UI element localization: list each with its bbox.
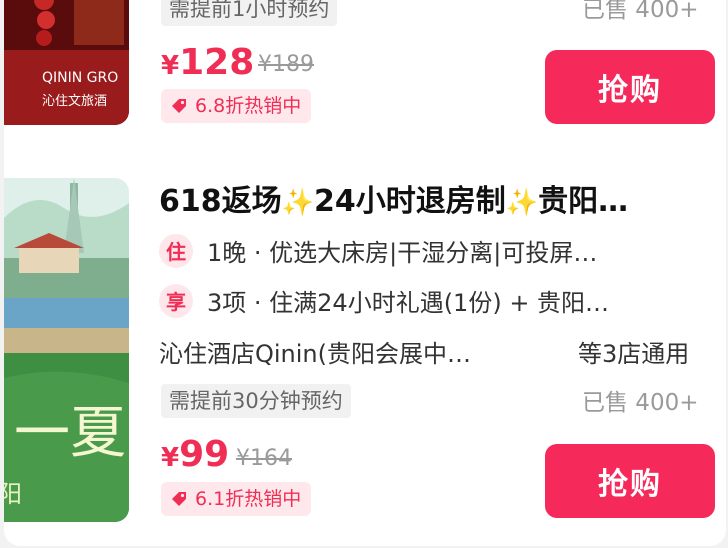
feature-badge-perks: 享 <box>159 283 193 318</box>
discount-text: 6.1折热销中 <box>195 488 302 510</box>
title-part-2: 24小时退房制 <box>314 184 506 219</box>
title-part-1: 618返场 <box>159 184 282 219</box>
currency-symbol: ¥ <box>161 443 180 473</box>
discount-badge: 6.1折热销中 <box>161 482 312 516</box>
feature-badge-stay: 住 <box>159 233 193 268</box>
sparkle-icon: ✨ <box>505 188 539 218</box>
title-part-3: 贵阳… <box>538 184 629 219</box>
feature-text-perks: 3项 · 住满24小时礼遇(1份) + 贵阳… <box>207 289 610 317</box>
product-title[interactable]: 618返场✨24小时退房制✨贵阳… <box>159 176 628 220</box>
flame-tag-icon <box>169 489 189 509</box>
thumbnail-side-text: 阳 <box>4 480 22 508</box>
original-price: ¥164 <box>236 446 292 471</box>
sparkle-icon: ✨ <box>281 188 314 218</box>
current-price: ¥99 <box>161 434 229 475</box>
product-card-2[interactable]: 一夏 阳 618返场✨24小时退房制✨贵阳… 住 1晚 · 优选大床房|干湿分离… <box>4 0 726 546</box>
store-name: 沁住酒店Qinin(贵阳会展中… <box>159 340 472 368</box>
product-list: QININ GRO 沁住文旅酒 需提前1小时预约 已售 400+ ¥128 ¥1… <box>4 0 726 546</box>
sold-count: 已售 400+ <box>582 390 699 416</box>
product-thumbnail-2[interactable]: 一夏 阳 <box>4 178 129 522</box>
feature-row-stay: 住 1晚 · 优选大床房|干湿分离|可投屏… <box>159 233 597 268</box>
feature-text-stay: 1晚 · 优选大床房|干湿分离|可投屏… <box>207 239 598 267</box>
price-value: 99 <box>179 434 230 475</box>
store-count: 等3店通用 <box>578 340 690 368</box>
feature-row-perks: 享 3项 · 住满24小时礼遇(1份) + 贵阳… <box>159 283 609 318</box>
booking-notice-tag: 需提前30分钟预约 <box>161 384 351 418</box>
buy-button[interactable]: 抢购 <box>545 444 715 518</box>
thumbnail-slogan: 一夏 <box>14 401 126 466</box>
